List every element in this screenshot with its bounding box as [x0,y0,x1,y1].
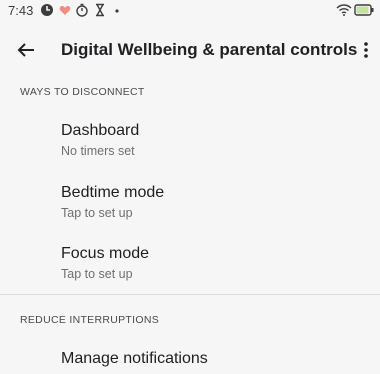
hourglass-icon [96,3,104,17]
item-title: Focus mode [61,245,150,262]
status-bar: 7:43 [0,0,380,22]
item-subtitle: No timers set [61,144,135,158]
heart-icon [59,5,71,15]
section-header-ways-to-disconnect: WAYS TO DISCONNECT [20,86,145,98]
item-title: Manage notifications [61,350,208,367]
list-item-bedtime-mode[interactable]: Bedtime mode Tap to set up [0,184,380,228]
list-item-manage-notifications[interactable]: Manage notifications [0,350,380,374]
dot-icon [115,9,119,13]
section-header-reduce-interruptions: REDUCE INTERRUPTIONS [20,314,160,326]
status-time: 7:43 [8,3,34,18]
item-subtitle: Tap to set up [61,206,133,220]
timer-icon [76,3,88,17]
battery-icon [354,4,374,16]
item-title: Bedtime mode [61,184,165,201]
data-saver-icon [41,4,53,16]
section-divider [0,294,380,295]
item-subtitle: Tap to set up [61,267,133,281]
item-title: Dashboard [61,122,140,139]
list-item-dashboard[interactable]: Dashboard No timers set [0,122,380,166]
wifi-icon [336,4,352,16]
back-arrow-icon[interactable] [14,38,38,62]
list-item-focus-mode[interactable]: Focus mode Tap to set up [0,245,380,289]
page-title: Digital Wellbeing & parental controls [61,40,358,59]
app-bar: Digital Wellbeing & parental controls [0,26,380,74]
more-options-icon[interactable] [356,38,376,62]
